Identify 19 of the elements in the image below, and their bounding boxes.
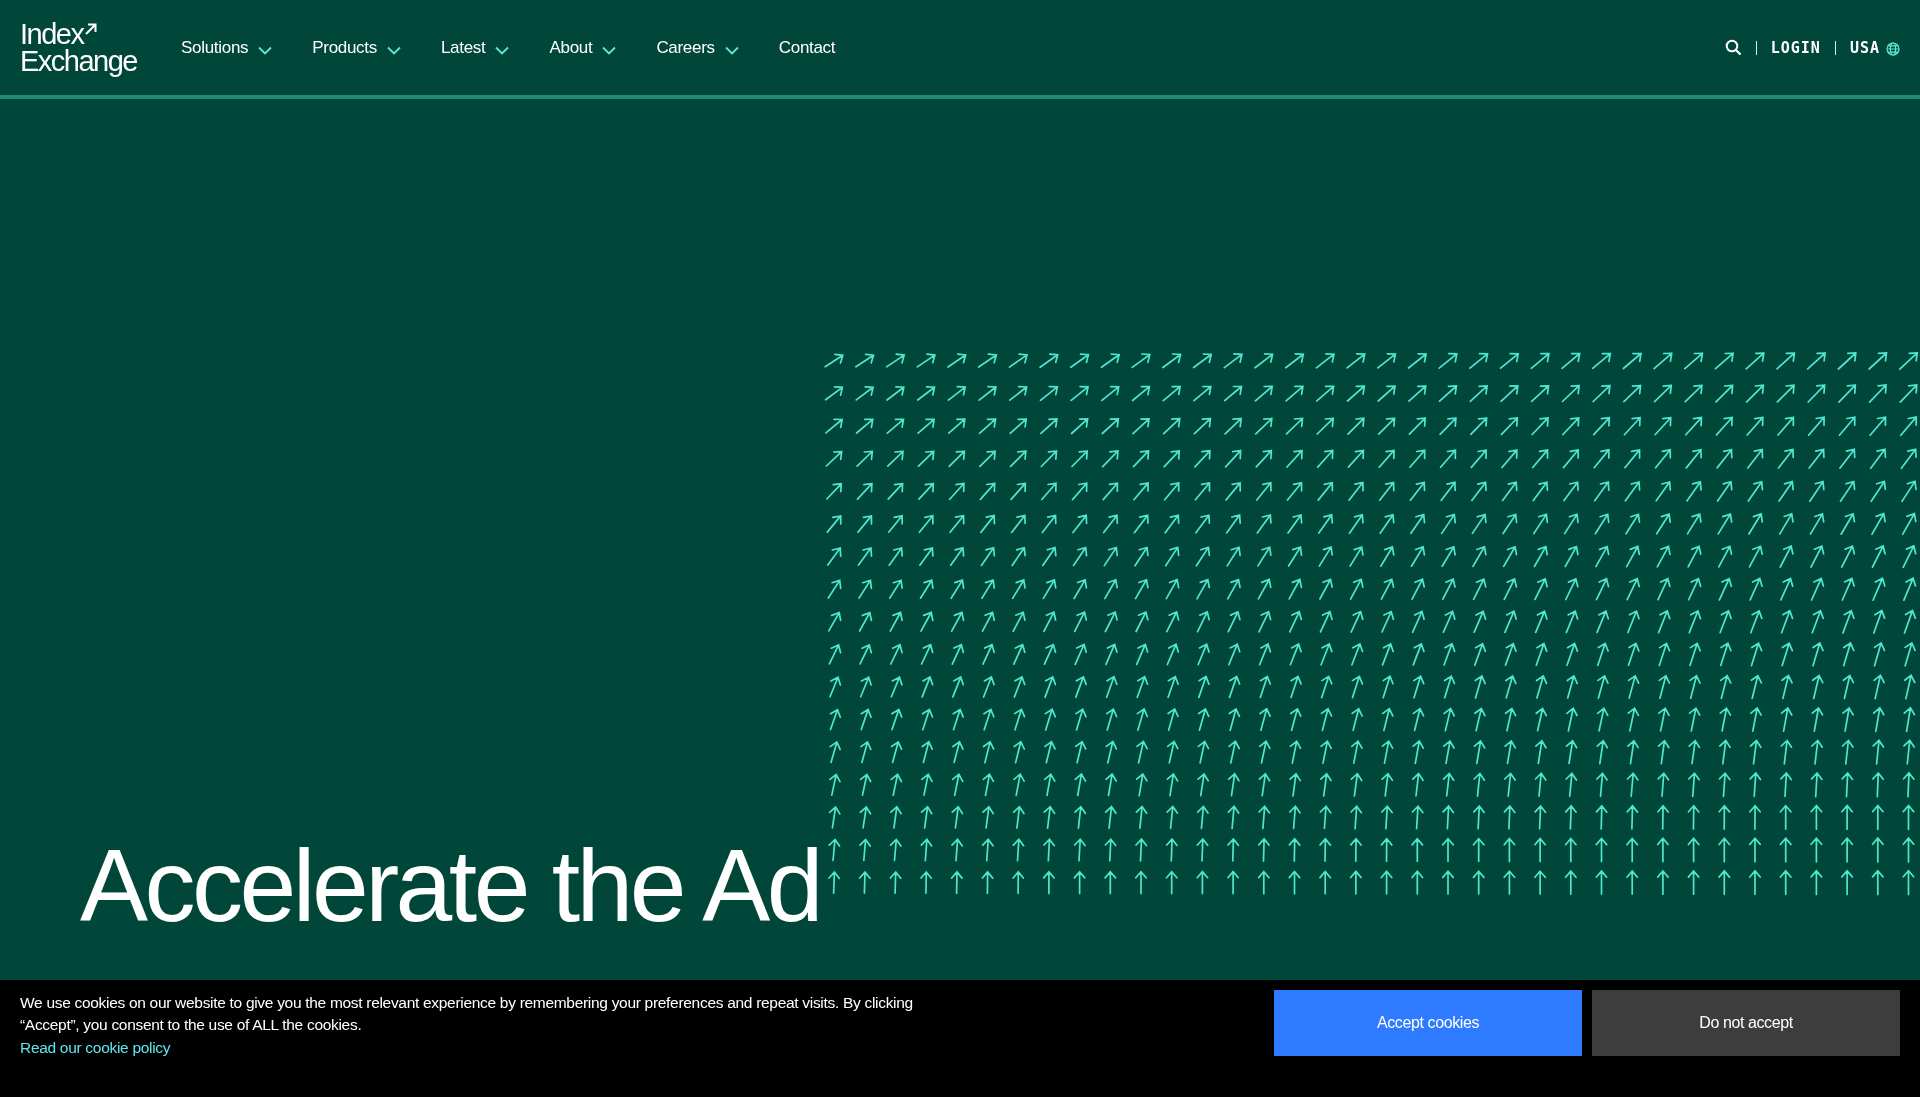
nav-link[interactable]: Latest [440, 33, 510, 62]
search-icon [1724, 39, 1742, 56]
nav-link[interactable]: Solutions [181, 33, 273, 62]
globe-icon [1886, 42, 1900, 56]
nav-link[interactable]: Products [312, 33, 401, 62]
nav-link[interactable]: Contact [778, 33, 836, 62]
search-button[interactable] [1724, 39, 1742, 56]
region-selector[interactable]: USA [1849, 38, 1900, 57]
nav-link[interactable]: Careers [656, 33, 739, 62]
login-link[interactable]: LOGIN [1770, 38, 1821, 57]
cookie-policy-link[interactable]: Read our cookie policy [20, 1037, 171, 1059]
cookie-message: We use cookies on our website to give you the most relevant experience by remembering your preferences and repeat visits. By clicking “Accept”, you consent to the use of ALL the cookies. [20, 993, 914, 1035]
decline-button[interactable]: Do not accept [1592, 990, 1900, 1056]
nav-link[interactable]: About [549, 33, 617, 62]
logo-text: Index [20, 20, 84, 48]
hero-headline: Accelerate the Ad [80, 837, 821, 935]
logo-text: Exchange [20, 47, 137, 75]
arrow-icon [84, 22, 98, 36]
accept-button[interactable]: Accept cookies [1274, 990, 1582, 1056]
